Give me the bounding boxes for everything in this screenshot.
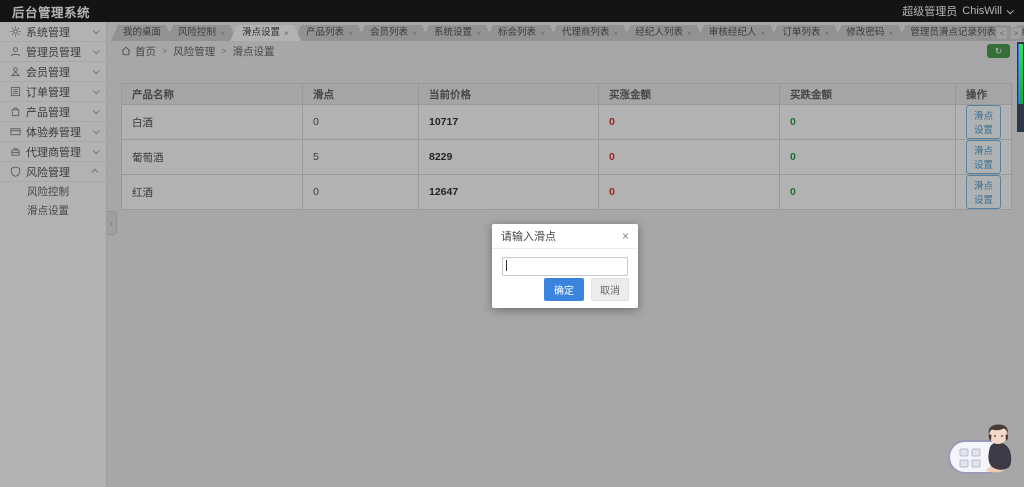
mascot-widget[interactable] [948, 419, 1016, 477]
dialog-body [492, 249, 638, 276]
confirm-button[interactable]: 确定 [544, 278, 584, 301]
cancel-button[interactable]: 取消 [591, 278, 629, 301]
close-icon[interactable]: × [622, 230, 629, 242]
text-caret [506, 260, 507, 271]
slippage-input-dialog: 请输入滑点 × 确定 取消 [492, 224, 638, 308]
dialog-title: 请输入滑点 [501, 228, 622, 244]
slippage-input[interactable] [502, 257, 628, 276]
dialog-header: 请输入滑点 × [492, 224, 638, 249]
scrollbar-track[interactable] [1017, 42, 1024, 132]
scrollbar-thumb[interactable] [1018, 44, 1023, 104]
dialog-footer: 确定 取消 [544, 278, 629, 301]
